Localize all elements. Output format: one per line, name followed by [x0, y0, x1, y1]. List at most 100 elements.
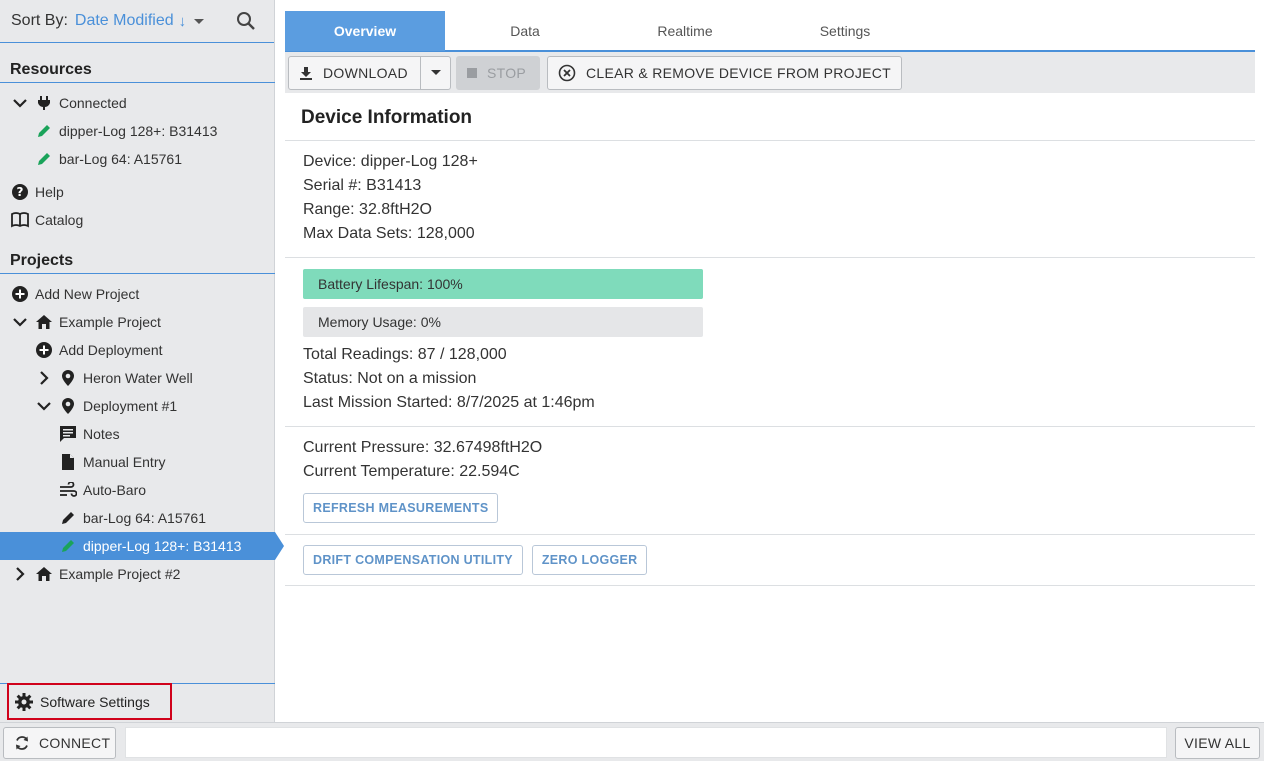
device-information-panel: Device Information Device: dipper-Log 12… — [285, 93, 1255, 586]
utilities-block: DRIFT COMPENSATION UTILITY ZERO LOGGER — [285, 535, 1255, 586]
plus-circle-icon — [11, 285, 29, 303]
download-button[interactable]: DOWNLOAD — [288, 55, 451, 90]
tree-item-deployment-device-selected[interactable]: dipper-Log 128+: B31413 — [0, 532, 275, 560]
chevron-down-icon[interactable] — [35, 397, 53, 415]
device-info-block: Device: dipper-Log 128+ Serial #: B31413… — [285, 141, 1255, 258]
current-pressure: Current Pressure: 32.67498ftH2O — [303, 439, 543, 456]
tree-item-label: bar-Log 64: A15761 — [59, 151, 182, 167]
add-deployment-button[interactable]: Add Deployment — [35, 336, 163, 364]
stop-label: STOP — [487, 64, 527, 81]
chevron-down-icon[interactable] — [11, 94, 29, 112]
tree-item-label: Notes — [83, 426, 120, 442]
device-name: Device: dipper-Log 128+ — [303, 153, 478, 170]
tree-item-connected[interactable]: Connected — [11, 89, 127, 117]
sidebar-item-help[interactable]: ? Help — [11, 178, 64, 206]
tab-overview[interactable]: Overview — [285, 11, 445, 51]
plus-circle-icon — [35, 341, 53, 359]
chevron-right-icon[interactable] — [35, 369, 53, 387]
max-data-sets: Max Data Sets: 128,000 — [303, 225, 475, 242]
plug-icon — [35, 94, 53, 112]
map-pin-icon — [59, 369, 77, 387]
pencil-icon — [59, 509, 77, 527]
connect-button[interactable]: CONNECT — [3, 727, 116, 759]
battery-label: Battery Lifespan: 100% — [318, 276, 463, 292]
software-settings-label: Software Settings — [40, 693, 150, 710]
page-title: Device Information — [285, 93, 1255, 141]
drift-compensation-button[interactable]: DRIFT COMPENSATION UTILITY — [303, 545, 523, 575]
bottom-bar: CONNECT VIEW ALL — [0, 722, 1264, 761]
tree-item-label: Add Deployment — [59, 342, 163, 358]
sort-direction-icon[interactable]: ↓ — [179, 13, 187, 30]
main-panel: Overview Data Realtime Settings DOWNLOAD… — [285, 0, 1255, 722]
download-label: DOWNLOAD — [323, 64, 408, 81]
tab-realtime[interactable]: Realtime — [605, 11, 765, 51]
chevron-down-icon — [430, 70, 441, 75]
tree-item-label: Heron Water Well — [83, 370, 193, 386]
tree-item-label: Connected — [59, 95, 127, 111]
projects-title: Projects — [0, 250, 275, 274]
sync-icon — [14, 735, 30, 751]
tree-item-label: Manual Entry — [83, 454, 166, 470]
tab-data[interactable]: Data — [445, 11, 605, 51]
help-icon: ? — [11, 183, 29, 201]
tree-item-label: Auto-Baro — [83, 482, 147, 498]
memory-bar: Memory Usage: 0% — [303, 307, 703, 337]
search-icon[interactable] — [236, 11, 256, 34]
tree-item-label: Catalog — [35, 212, 84, 228]
add-new-project-button[interactable]: Add New Project — [11, 280, 139, 308]
tree-item-label: Example Project #2 — [59, 566, 181, 582]
sort-dropdown[interactable]: Date Modified — [75, 12, 174, 30]
toolbar: DOWNLOAD STOP CLEAR & REMOVE DEVICE FROM… — [285, 52, 1255, 93]
wind-icon — [59, 481, 77, 499]
tree-item-example-project[interactable]: Example Project — [11, 308, 161, 336]
zero-logger-button[interactable]: ZERO LOGGER — [531, 545, 648, 575]
tree-item-example-project-2[interactable]: Example Project #2 — [11, 560, 180, 588]
tree-item-notes[interactable]: Notes — [59, 420, 120, 448]
stop-icon — [467, 67, 477, 78]
tree-item-auto-baro[interactable]: Auto-Baro — [59, 476, 146, 504]
sidebar-item-catalog[interactable]: Catalog — [11, 206, 83, 234]
pencil-icon — [59, 537, 77, 555]
tab-bar: Overview Data Realtime Settings — [285, 0, 1255, 52]
tree-item-label: dipper-Log 128+: B31413 — [83, 538, 242, 554]
map-pin-icon — [59, 397, 77, 415]
svg-text:?: ? — [17, 185, 24, 199]
comment-icon — [59, 425, 77, 443]
tree-item-label: Deployment #1 — [83, 398, 178, 414]
sort-label: Sort By: — [11, 12, 68, 29]
clear-remove-device-button[interactable]: CLEAR & REMOVE DEVICE FROM PROJECT — [547, 55, 903, 90]
clear-remove-label: CLEAR & REMOVE DEVICE FROM PROJECT — [586, 64, 892, 81]
tree-item-manual-entry[interactable]: Manual Entry — [59, 448, 165, 476]
book-icon — [11, 211, 29, 229]
tree-item-deployment-device[interactable]: bar-Log 64: A15761 — [59, 504, 206, 532]
sort-bar: Sort By: Date Modified ↓ — [0, 0, 274, 43]
chevron-down-icon[interactable] — [11, 313, 29, 331]
tree-item-deployment-1[interactable]: Deployment #1 — [35, 392, 177, 420]
stop-button[interactable]: STOP — [456, 55, 540, 90]
device-range: Range: 32.8ftH2O — [303, 201, 432, 218]
status-field — [125, 727, 1167, 758]
chevron-right-icon[interactable] — [11, 565, 29, 583]
tree-item-label: dipper-Log 128+: B31413 — [59, 123, 218, 139]
tree-item-heron-water-well[interactable]: Heron Water Well — [35, 364, 193, 392]
pencil-icon — [35, 122, 53, 140]
sidebar: Sort By: Date Modified ↓ Resources Conne… — [0, 0, 275, 722]
chevron-down-icon[interactable] — [194, 18, 205, 24]
tree-item-label: Help — [35, 184, 64, 200]
current-temperature: Current Temperature: 22.594C — [303, 463, 520, 480]
tab-settings[interactable]: Settings — [765, 11, 925, 51]
home-icon — [35, 565, 53, 583]
software-settings-button[interactable]: Software Settings — [7, 683, 172, 720]
download-menu-button[interactable] — [420, 56, 450, 89]
tree-item-resource-device[interactable]: bar-Log 64: A15761 — [35, 145, 182, 173]
battery-bar: Battery Lifespan: 100% — [303, 269, 703, 299]
tree-item-resource-device[interactable]: dipper-Log 128+: B31413 — [35, 117, 217, 145]
close-circle-icon — [558, 64, 576, 82]
pencil-icon — [35, 150, 53, 168]
view-all-button[interactable]: VIEW ALL — [1175, 727, 1260, 759]
home-icon — [35, 313, 53, 331]
device-status-block: Battery Lifespan: 100% Memory Usage: 0% … — [285, 258, 1255, 427]
memory-label: Memory Usage: 0% — [318, 314, 441, 330]
mission-status: Status: Not on a mission — [303, 370, 477, 387]
refresh-measurements-button[interactable]: REFRESH MEASUREMENTS — [303, 493, 499, 523]
